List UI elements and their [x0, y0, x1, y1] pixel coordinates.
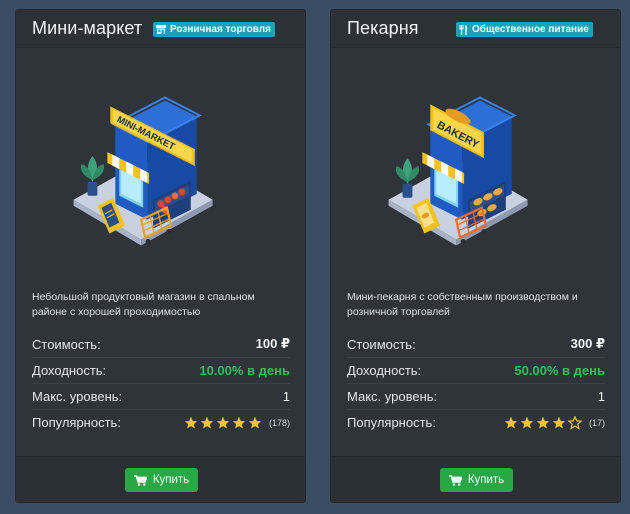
star-filled-icon	[536, 416, 550, 428]
stat-row-cost: Стоимость: 300 ₽	[347, 331, 605, 357]
stat-row-cost: Стоимость: 100 ₽	[32, 331, 290, 357]
star-filled-icon	[184, 416, 198, 428]
business-card-mini-market: Мини-маркет Розничная торговля MINI-MARK…	[15, 9, 306, 503]
buy-button[interactable]: Купить	[125, 468, 198, 492]
card-title: Мини-маркет	[32, 18, 143, 38]
business-description: Мини-пекарня с собственным производством…	[347, 291, 578, 318]
stat-row-level: Макс. уровень: 1	[32, 383, 290, 409]
star-filled-icon	[520, 416, 534, 428]
star-filled-icon	[232, 416, 246, 428]
rating-count: (17)	[588, 417, 605, 428]
bakery-illustration: BAKERY	[388, 96, 528, 246]
cart-icon	[133, 474, 147, 486]
buy-label: Купить	[467, 474, 505, 486]
rating: (17)	[504, 415, 605, 430]
buy-button[interactable]: Купить	[440, 468, 513, 492]
rating: (178)	[184, 416, 290, 430]
income-value: 10.00% в день	[199, 363, 290, 378]
stat-label: Макс. уровень:	[347, 389, 438, 404]
stat-label: Стоимость:	[32, 336, 101, 352]
card-header: Пекарня Общественное питание	[331, 10, 620, 48]
income-value: 50.00% в день	[514, 363, 605, 378]
cost-value: 300 ₽	[570, 336, 605, 351]
rating-stars	[184, 416, 264, 430]
level-value: 1	[282, 389, 290, 404]
category-badge: Розничная торговля	[153, 22, 275, 37]
stat-label: Доходность:	[32, 363, 107, 378]
stat-label: Доходность:	[347, 363, 422, 378]
star-filled-icon	[200, 416, 214, 428]
stats-list: Стоимость: 100 ₽ Доходность: 10.00% в де…	[32, 331, 290, 435]
cart-icon	[448, 474, 462, 486]
card-header: Мини-маркет Розничная торговля	[16, 10, 305, 48]
card-footer: Купить	[16, 456, 305, 502]
stat-row-income: Доходность: 10.00% в день	[32, 357, 290, 383]
category-badge: Общественное питание	[456, 22, 593, 37]
star-filled-icon	[552, 416, 566, 428]
rating-stars	[504, 415, 584, 430]
cost-value: 100 ₽	[255, 336, 290, 351]
store-icon	[156, 25, 166, 34]
stat-label: Популярность:	[347, 415, 436, 430]
stat-row-popularity: Популярность: (17)	[347, 409, 605, 435]
stat-label: Популярность:	[32, 415, 121, 430]
badge-label: Розничная торговля	[170, 24, 271, 35]
star-filled-icon	[504, 416, 518, 428]
stat-row-popularity: Популярность: (178)	[32, 409, 290, 435]
badge-label: Общественное питание	[472, 24, 589, 35]
level-value: 1	[597, 389, 605, 404]
stat-label: Макс. уровень:	[32, 389, 123, 404]
card-footer: Купить	[331, 456, 620, 502]
stat-label: Стоимость:	[347, 336, 416, 352]
star-filled-icon	[248, 416, 262, 428]
stat-row-income: Доходность: 50.00% в день	[347, 357, 605, 383]
rating-count: (178)	[268, 417, 290, 428]
mini-market-illustration: MINI-MARKET	[73, 96, 213, 246]
stats-list: Стоимость: 300 ₽ Доходность: 50.00% в де…	[347, 331, 605, 435]
star-filled-icon	[216, 416, 230, 428]
stat-row-level: Макс. уровень: 1	[347, 383, 605, 409]
buy-label: Купить	[152, 474, 190, 486]
utensils-icon	[459, 24, 468, 35]
business-card-bakery: Пекарня Общественное питание BAKERY Мини…	[330, 9, 621, 503]
card-title: Пекарня	[347, 18, 419, 38]
business-description: Небольшой продуктовый магазин в спальном…	[32, 291, 255, 318]
star-empty-icon	[567, 415, 582, 430]
